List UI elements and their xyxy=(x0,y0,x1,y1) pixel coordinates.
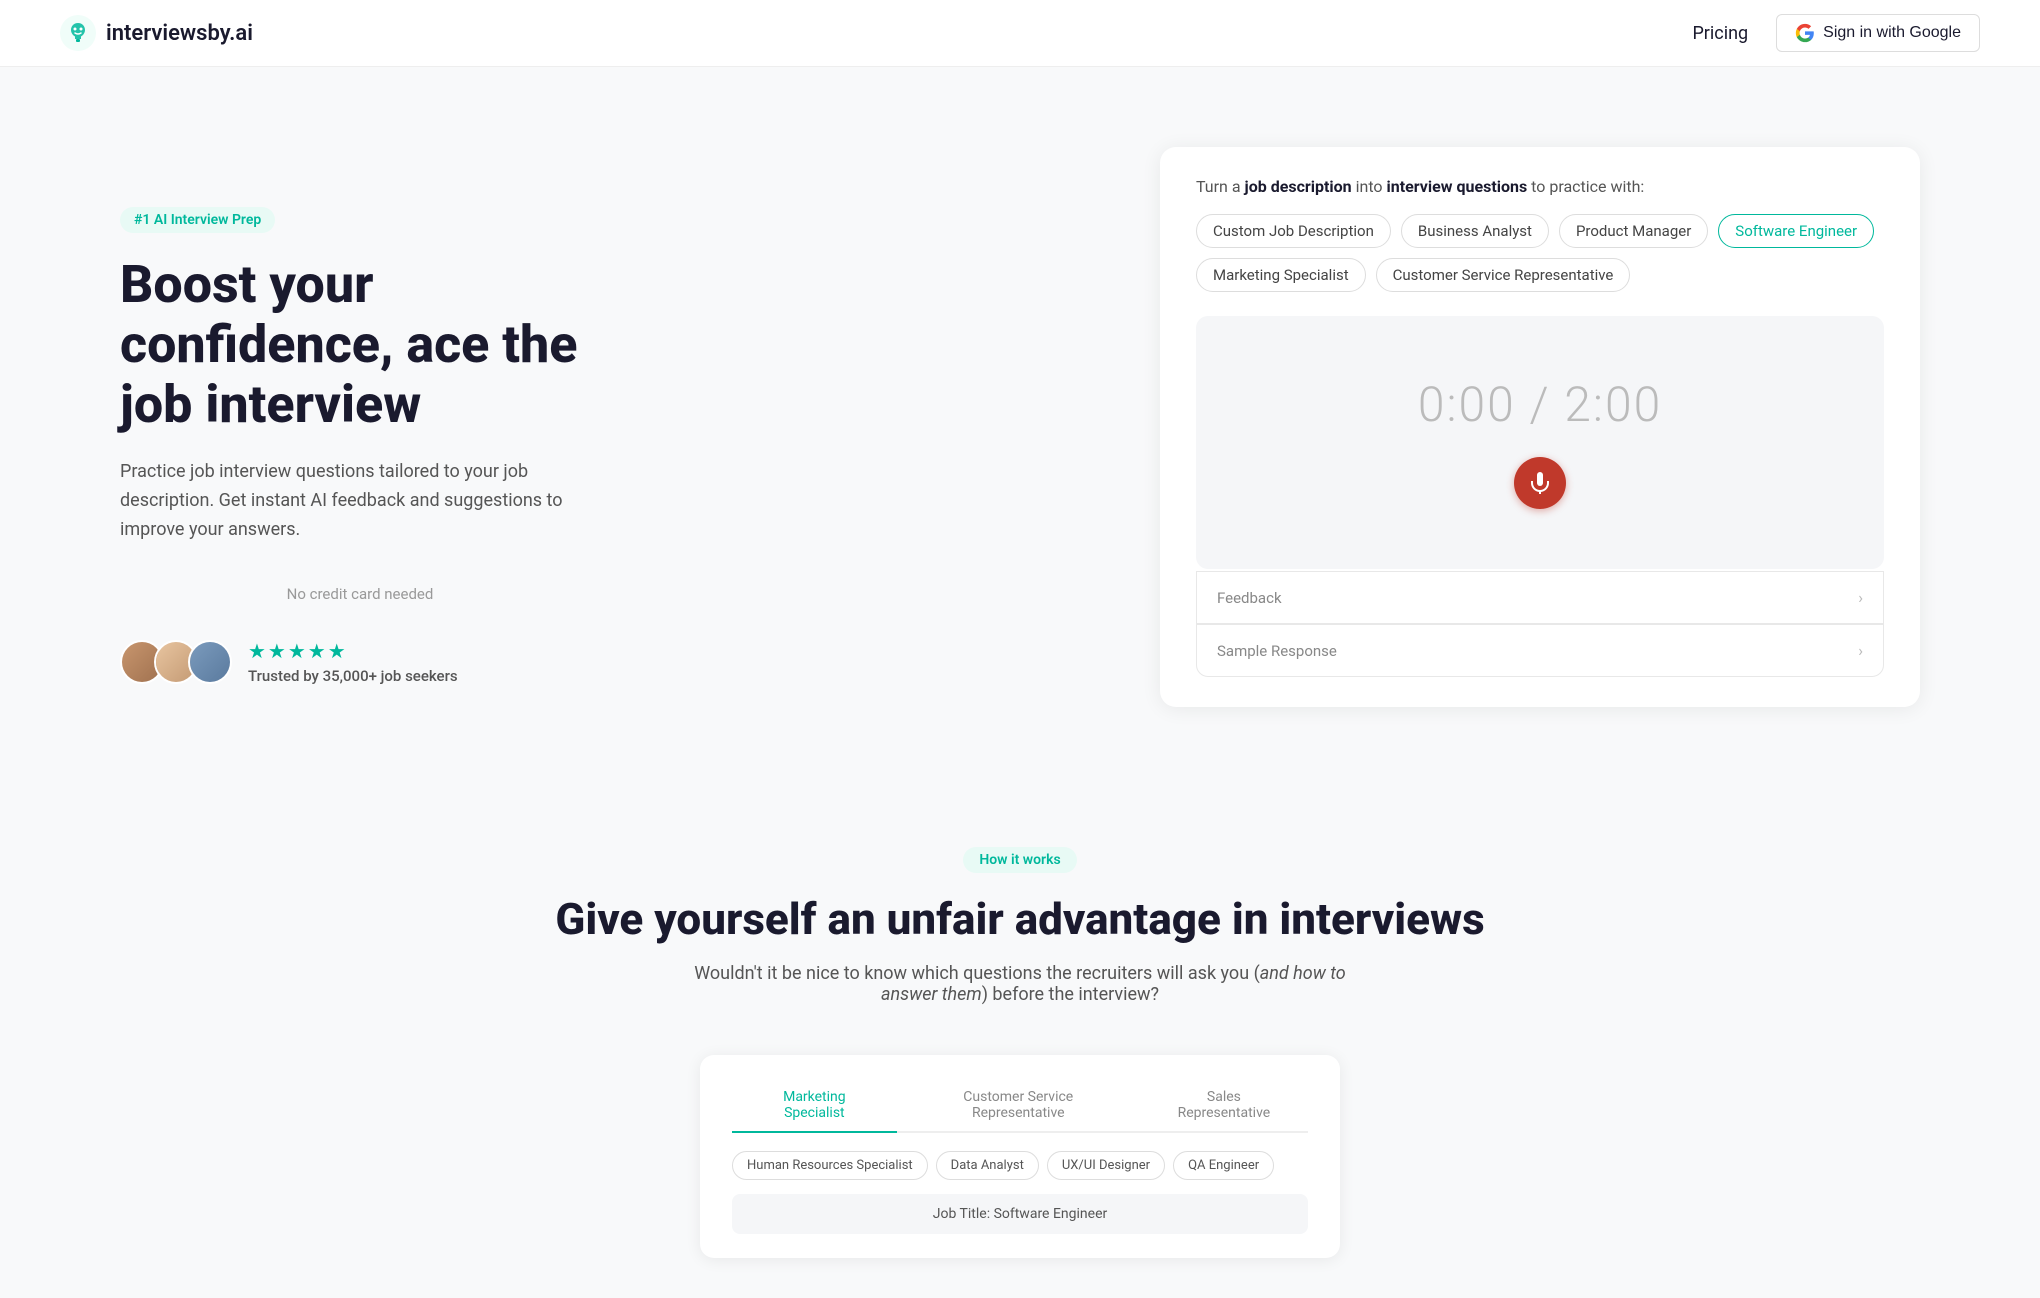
tag-software-engineer[interactable]: Software Engineer xyxy=(1718,214,1874,248)
bottom-card: Marketing Specialist Customer Service Re… xyxy=(700,1055,1340,1258)
hero-badge: #1 AI Interview Prep xyxy=(120,207,275,233)
timer-area: 0:00 / 2:00 xyxy=(1196,316,1884,569)
bold-interview-q: interview questions xyxy=(1387,177,1528,196)
how-title: Give yourself an unfair advantage in int… xyxy=(120,893,1920,945)
tag-custom[interactable]: Custom Job Description xyxy=(1196,214,1391,248)
bold-job-desc: job description xyxy=(1245,177,1352,196)
sample-label: Sample Response xyxy=(1217,642,1337,660)
how-badge: How it works xyxy=(963,847,1076,873)
job-title-text: Job Title: Software Engineer xyxy=(933,1206,1107,1222)
sample-response-row[interactable]: Sample Response › xyxy=(1196,624,1884,677)
bottom-card-wrap: Marketing Specialist Customer Service Re… xyxy=(120,1055,1920,1258)
logo-text: interviewsby.ai xyxy=(106,21,253,46)
hero-title: Boost your confidence, ace the job inter… xyxy=(120,255,600,434)
hero-section: #1 AI Interview Prep Boost your confiden… xyxy=(0,67,2040,767)
feedback-row[interactable]: Feedback › xyxy=(1196,571,1884,624)
tag-customer-service[interactable]: Customer Service Representative xyxy=(1376,258,1631,292)
demo-card: Turn a job description into interview qu… xyxy=(1160,147,1920,707)
card-intro: Turn a job description into interview qu… xyxy=(1196,177,1884,196)
bottom-tags-row1: Human Resources Specialist Data Analyst … xyxy=(732,1151,1308,1180)
proof-text: ★★★★★ Trusted by 35,000+ job seekers xyxy=(248,639,458,685)
mic-icon xyxy=(1528,471,1552,495)
avatars xyxy=(120,640,232,684)
btag-qa[interactable]: QA Engineer xyxy=(1173,1151,1274,1180)
logo-icon xyxy=(60,15,96,51)
no-credit-text: No credit card needed xyxy=(120,585,600,603)
nav-right: Pricing Sign in with Google xyxy=(1692,14,1980,52)
how-subtitle: Wouldn't it be nice to know which questi… xyxy=(670,963,1370,1005)
how-subtitle-start: Wouldn't it be nice to know which questi… xyxy=(694,963,1260,984)
bottom-tabs: Marketing Specialist Customer Service Re… xyxy=(732,1079,1308,1133)
mic-button[interactable] xyxy=(1514,457,1566,509)
how-subtitle-end: ) before the interview? xyxy=(982,984,1159,1005)
social-proof: ★★★★★ Trusted by 35,000+ job seekers xyxy=(120,639,600,685)
proof-label: Trusted by 35,000+ job seekers xyxy=(248,667,458,685)
signin-label: Sign in with Google xyxy=(1823,24,1961,42)
how-it-works-section: How it works Give yourself an unfair adv… xyxy=(0,767,2040,1298)
feedback-label: Feedback xyxy=(1217,589,1282,607)
navbar: interviewsby.ai Pricing Sign in with Goo… xyxy=(0,0,2040,67)
job-title-row: Job Title: Software Engineer xyxy=(732,1194,1308,1234)
tab-sales[interactable]: Sales Representative xyxy=(1140,1079,1308,1133)
star-rating: ★★★★★ xyxy=(248,639,458,663)
btag-data[interactable]: Data Analyst xyxy=(936,1151,1039,1180)
tab-marketing[interactable]: Marketing Specialist xyxy=(732,1079,897,1133)
logo-area[interactable]: interviewsby.ai xyxy=(60,15,253,51)
signin-google-button[interactable]: Sign in with Google xyxy=(1776,14,1980,52)
btag-ux[interactable]: UX/UI Designer xyxy=(1047,1151,1165,1180)
hero-right: Turn a job description into interview qu… xyxy=(1160,147,1920,707)
tag-marketing-specialist[interactable]: Marketing Specialist xyxy=(1196,258,1366,292)
hero-subtitle: Practice job interview questions tailore… xyxy=(120,458,600,544)
tab-customer-service[interactable]: Customer Service Representative xyxy=(897,1079,1140,1133)
tag-business-analyst[interactable]: Business Analyst xyxy=(1401,214,1549,248)
feedback-arrow: › xyxy=(1858,588,1863,607)
timer-display: 0:00 / 2:00 xyxy=(1418,376,1662,433)
google-icon xyxy=(1795,23,1815,43)
sample-arrow: › xyxy=(1858,641,1863,660)
pricing-link[interactable]: Pricing xyxy=(1692,23,1748,44)
tag-product-manager[interactable]: Product Manager xyxy=(1559,214,1708,248)
avatar-3 xyxy=(188,640,232,684)
btag-hr[interactable]: Human Resources Specialist xyxy=(732,1151,928,1180)
hero-left: #1 AI Interview Prep Boost your confiden… xyxy=(120,147,600,685)
tag-list: Custom Job Description Business Analyst … xyxy=(1196,214,1884,292)
